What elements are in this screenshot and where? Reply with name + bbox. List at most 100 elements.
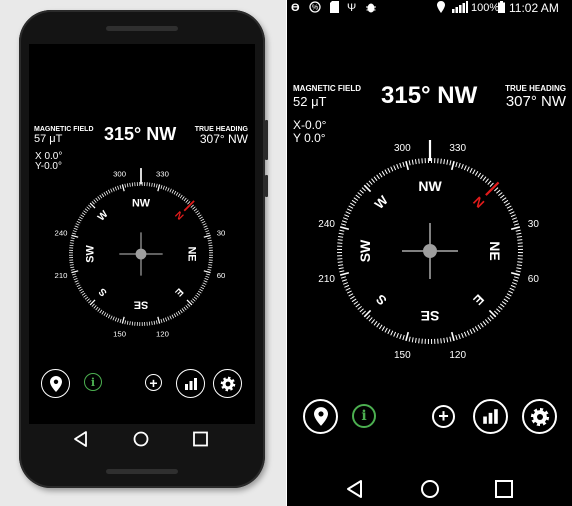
tick-mark [73,278,78,281]
tick-mark [93,305,97,309]
tick-mark [196,292,201,296]
tick-mark [119,185,122,189]
direction-label: S [373,291,390,308]
tick-mark [368,180,373,185]
tick-mark [378,172,383,178]
location-pin-icon[interactable] [41,369,70,398]
tick-mark [359,308,364,313]
north-label: N [172,210,185,223]
tick-mark [499,194,505,199]
tick-mark [517,239,523,241]
back-icon[interactable] [347,480,362,498]
tick-mark [384,327,388,333]
bar-chart-icon[interactable] [176,369,205,398]
tick-mark [338,267,344,270]
location-pin-icon[interactable] [303,399,338,434]
tick-mark [371,319,376,324]
gear-icon[interactable] [522,399,557,434]
tick-mark [376,322,380,328]
tick-mark [346,290,352,294]
tick-mark [155,320,158,325]
info-icon[interactable]: i [84,373,102,391]
tick-mark [515,229,521,232]
tick-mark [202,282,207,285]
degree-label: 330 [156,170,169,179]
tick-mark [487,180,492,185]
tick-mark [340,276,346,279]
tick-mark [81,212,86,216]
tick-mark [185,305,189,309]
tick-mark [511,282,518,285]
home-icon[interactable] [133,431,149,447]
tick-mark [201,220,206,224]
tick-mark [368,317,373,322]
degree-label: 210 [55,271,68,280]
tick-mark [341,279,347,282]
tick-mark [197,290,202,294]
tick-mark [466,166,470,172]
tick-mark [204,278,209,281]
tick-mark [177,310,181,315]
gear-icon[interactable] [213,369,242,398]
tick-mark [463,165,467,171]
tick-mark [207,239,212,242]
tick-mark [169,315,172,320]
tick-mark [443,159,446,165]
recents-icon[interactable] [193,431,208,447]
tick-mark [461,332,464,339]
tick-mark [402,161,405,167]
tick-mark [440,338,442,344]
tick-mark [350,202,355,207]
tick-mark [446,159,449,165]
direction-label: SE [134,298,148,310]
tick-mark [348,205,354,209]
back-icon[interactable] [74,431,87,447]
tick-mark [455,335,458,341]
add-icon[interactable]: + [145,374,162,391]
tick-mark [376,174,380,180]
home-icon[interactable] [421,480,439,498]
degree-label: 240 [318,219,335,230]
bar-chart-icon[interactable] [473,399,508,434]
left-nav-bar [74,431,208,447]
tick-mark [151,182,153,187]
tick-mark [508,208,514,212]
tick-mark [340,223,346,226]
tick-mark [396,332,399,339]
tick-mark [155,183,158,188]
tick-mark [173,190,177,195]
tick-mark [516,232,522,235]
tick-mark [105,190,109,195]
tick-mark [162,318,165,323]
tick-mark [126,183,129,188]
tick-mark [341,220,347,223]
direction-label: SE [421,308,440,324]
tick-mark [70,268,75,271]
tick-mark [353,197,359,201]
tick-mark [121,316,125,324]
tick-mark [514,276,520,279]
tick-mark [110,188,113,193]
tick-mark [348,293,354,297]
tick-mark [175,192,179,196]
tick-mark [384,169,388,175]
tick-mark [199,288,203,292]
tick-mark [517,261,523,263]
tick-mark [511,217,518,220]
tick-mark [86,298,90,302]
tick-mark [489,315,494,320]
tick-mark [201,284,206,288]
info-icon[interactable]: i [352,404,376,428]
tick-mark [80,290,85,294]
recents-icon[interactable] [495,480,513,498]
add-icon[interactable]: + [432,405,455,428]
tick-mark [418,158,420,164]
tick-mark [494,310,499,315]
tick-mark [449,160,452,166]
tick-mark [373,176,378,182]
tick-mark [408,336,411,342]
tick-mark [162,185,165,190]
tick-mark [205,275,210,278]
tick-mark [338,235,344,238]
tick-mark [153,183,156,188]
